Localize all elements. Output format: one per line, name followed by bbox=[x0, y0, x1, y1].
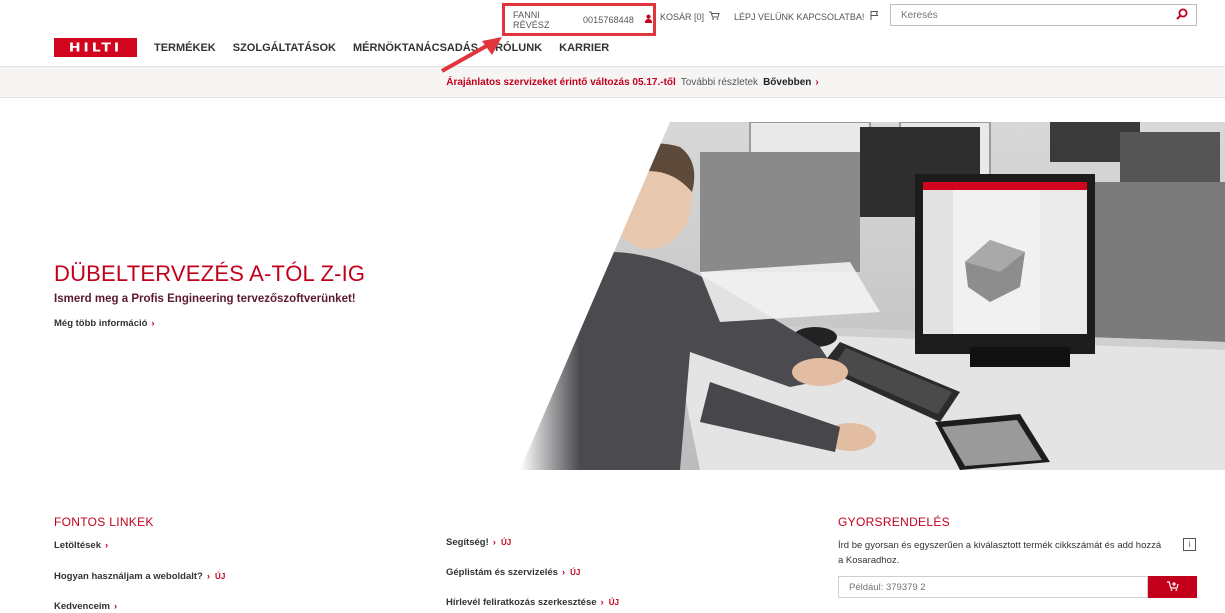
quick-order-description: Írd be gyorsan és egyszerűen a kiválaszt… bbox=[838, 540, 1162, 566]
link-tools-service[interactable]: Géplistám és szervizelés › ÚJ bbox=[446, 567, 580, 578]
hero-title: DÜBELTERVEZÉS A-TÓL Z-IG bbox=[54, 261, 366, 286]
new-badge: ÚJ bbox=[570, 568, 581, 577]
user-icon bbox=[644, 14, 653, 26]
hero-image bbox=[520, 122, 1225, 470]
announcement-details: További részletek bbox=[680, 76, 759, 88]
chevron-right-icon: › bbox=[113, 601, 118, 612]
chevron-right-icon: › bbox=[561, 567, 566, 578]
chevron-right-icon: › bbox=[600, 597, 604, 608]
logo-text: HILTI bbox=[68, 40, 123, 55]
quick-order-heading: GYORSRENDELÉS bbox=[838, 515, 950, 529]
utility-bar: FANNI RÉVÉSZ 0015768448 KOSÁR [0] LÉPJ V… bbox=[0, 0, 1225, 36]
cart-label: KOSÁR [0] bbox=[660, 11, 705, 22]
announcement-bar: Árajánlatos szervizeket érintő változás … bbox=[0, 66, 1225, 98]
cart-link[interactable]: KOSÁR [0] bbox=[660, 11, 720, 22]
main-nav: TERMÉKEK SZOLGÁLTATÁSOK MÉRNÖKTANÁCSADÁS… bbox=[154, 42, 609, 54]
link-downloads[interactable]: Letöltések › bbox=[54, 540, 108, 551]
link-label: Géplistám és szervizelés bbox=[446, 567, 558, 578]
annotation-arrow bbox=[441, 37, 502, 73]
user-id: 0015768448 bbox=[582, 14, 634, 25]
new-badge: ÚJ bbox=[608, 598, 619, 607]
important-links-heading: FONTOS LINKEK bbox=[54, 515, 154, 529]
announcement-text: Árajánlatos szervizeket érintő változás … bbox=[446, 76, 676, 88]
hero-more-info-link[interactable]: Még több információ › bbox=[54, 318, 155, 329]
nav-item-services[interactable]: SZOLGÁLTATÁSOK bbox=[233, 42, 336, 54]
link-label: Letöltések bbox=[54, 540, 101, 551]
nav-item-careers[interactable]: KARRIER bbox=[559, 42, 609, 54]
link-label: Kedvenceim bbox=[54, 601, 110, 612]
user-name: FANNI RÉVÉSZ bbox=[513, 9, 550, 30]
link-how-to-use[interactable]: Hogyan használjam a weboldalt? › ÚJ bbox=[54, 571, 225, 582]
info-icon[interactable]: i bbox=[1183, 538, 1196, 551]
contact-label: LÉPJ VELÜNK KAPCSOLATBA! bbox=[734, 11, 865, 22]
cart-icon bbox=[709, 11, 720, 22]
search-input[interactable] bbox=[891, 5, 1161, 26]
new-badge: ÚJ bbox=[500, 538, 512, 547]
link-label: Hírlevél feliratkozás szerkesztése bbox=[446, 597, 597, 608]
search-box bbox=[890, 4, 1197, 26]
announcement-more-link[interactable]: Bővebben › bbox=[763, 77, 819, 88]
link-newsletter[interactable]: Hírlevél feliratkozás szerkesztése › ÚJ bbox=[446, 597, 619, 608]
hero-link-label: Még több információ bbox=[54, 318, 148, 329]
chevron-right-icon: › bbox=[105, 540, 109, 551]
user-account-link[interactable]: FANNI RÉVÉSZ 0015768448 bbox=[502, 3, 656, 36]
nav-item-products[interactable]: TERMÉKEK bbox=[154, 42, 216, 54]
link-label: Segítség! bbox=[446, 537, 489, 548]
hero-subtitle: Ismerd meg a Profis Engineering tervezős… bbox=[54, 293, 356, 305]
chevron-right-icon: › bbox=[206, 571, 211, 582]
quick-order-input[interactable] bbox=[839, 577, 1139, 598]
announcement-more-label: Bővebben bbox=[763, 76, 812, 88]
contact-link[interactable]: LÉPJ VELÜNK KAPCSOLATBA! bbox=[734, 11, 879, 22]
search-icon[interactable] bbox=[1176, 8, 1188, 23]
chevron-right-icon: › bbox=[815, 76, 819, 88]
new-badge: ÚJ bbox=[215, 572, 226, 581]
link-favourites[interactable]: Kedvenceim › bbox=[54, 601, 117, 612]
chevron-right-icon: › bbox=[492, 537, 496, 548]
cart-add-icon bbox=[1166, 580, 1179, 594]
link-label: Hogyan használjam a weboldalt? bbox=[54, 571, 203, 582]
link-help[interactable]: Segítség! › ÚJ bbox=[446, 537, 511, 548]
add-to-cart-button[interactable] bbox=[1148, 576, 1197, 598]
flag-icon bbox=[870, 11, 879, 22]
quick-order-field bbox=[838, 576, 1148, 598]
hilti-logo[interactable]: HILTI bbox=[54, 38, 137, 57]
chevron-right-icon: › bbox=[151, 318, 155, 329]
